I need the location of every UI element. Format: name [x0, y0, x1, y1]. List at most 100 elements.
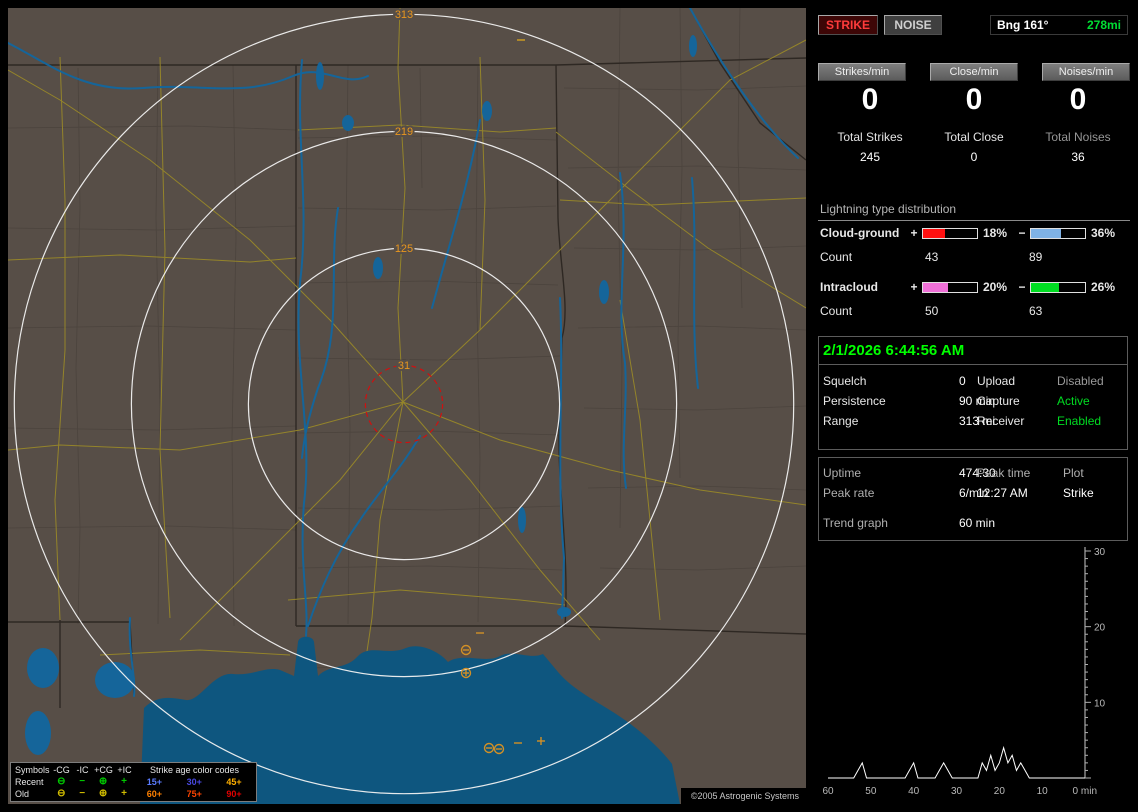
- squelch-label: Squelch: [823, 374, 867, 388]
- close-per-min-value: 0: [965, 83, 983, 116]
- range-ring-label: 219: [395, 126, 413, 138]
- svg-text:30: 30: [951, 786, 963, 797]
- totals-labels-row: Total Strikes Total Close Total Noises: [818, 130, 1130, 144]
- old-ic-pos-icon: +: [121, 788, 127, 799]
- plus-sign: +: [910, 226, 918, 240]
- svg-text:50: 50: [865, 786, 877, 797]
- range-label: Range: [823, 414, 859, 428]
- rate-buttons-row: Strikes/min Close/min Noises/min: [818, 63, 1130, 81]
- plus-sign: +: [910, 280, 918, 294]
- svg-text:20: 20: [1094, 623, 1106, 634]
- map-panel[interactable]: 313 219 125 31 Symbols -CG -IC +CG +IC S…: [8, 8, 806, 804]
- total-close-value: 0: [970, 150, 978, 164]
- legend-age-title: Strike age color codes: [149, 765, 240, 775]
- ic-negative-bar-fill: [1031, 282, 1060, 292]
- strike-legend: Symbols -CG -IC +CG +IC Strike age color…: [10, 762, 257, 802]
- noises-per-min-button[interactable]: Noises/min: [1042, 63, 1130, 81]
- strikes-per-min-button[interactable]: Strikes/min: [818, 63, 906, 81]
- total-strikes-value: 245: [859, 150, 881, 164]
- upload-label: Upload: [977, 374, 1016, 388]
- trend-graph: 30 20 10 60 50 40 30 20 10 0 min: [822, 547, 1106, 797]
- recent-cg-neg-icon: ⊖: [57, 776, 66, 787]
- age-15: 15+: [146, 777, 163, 787]
- legend-old-label: Old: [15, 789, 30, 799]
- svg-text:0 min: 0 min: [1073, 786, 1097, 797]
- noise-mode-button[interactable]: NOISE: [884, 15, 942, 35]
- persistence-label: Persistence: [823, 394, 886, 408]
- trend-graph-label: Trend graph: [823, 516, 888, 530]
- svg-text:40: 40: [908, 786, 920, 797]
- total-close-label: Total Close: [944, 130, 1004, 144]
- bearing-value: Bng 161°: [997, 18, 1049, 32]
- old-cg-neg-icon: ⊖: [57, 788, 66, 799]
- status-box: 2/1/2026 6:44:56 AM Squelch 0 Upload Dis…: [818, 336, 1128, 450]
- distance-value: 278mi: [1086, 18, 1121, 32]
- legend-col-cg-pos: +CG: [94, 765, 113, 775]
- ic-negative-pct: 26%: [1091, 280, 1116, 294]
- receiver-label: Receiver: [977, 414, 1025, 428]
- count-label: Count: [820, 250, 853, 264]
- plot-label: Plot: [1063, 466, 1084, 480]
- recent-ic-neg-icon: −: [79, 776, 86, 787]
- ic-negative-count: 63: [1029, 304, 1043, 318]
- legend-symbols-label: Symbols: [15, 765, 50, 775]
- session-box: Uptime 474:30 Peak time Plot Peak rate 6…: [818, 457, 1128, 541]
- cg-negative-pct: 36%: [1091, 226, 1116, 240]
- peak-time-value: 12:27 AM: [977, 486, 1028, 500]
- cg-positive-bar: [922, 227, 978, 239]
- upload-status: Disabled: [1057, 374, 1104, 388]
- strike-mode-button[interactable]: STRIKE: [818, 15, 878, 35]
- intracloud-row: Intracloud + 20% − 26%: [818, 280, 1130, 294]
- total-noises-label: Total Noises: [1045, 130, 1111, 144]
- legend-old-row: Old ⊖ − ⊕ + 60+ 75+ 90+: [13, 788, 254, 800]
- totals-values-row: 245 0 36: [818, 150, 1130, 164]
- minus-sign: −: [1018, 226, 1026, 240]
- legend-recent-row: Recent ⊖ − ⊕ + 15+ 30+ 45+: [13, 776, 254, 788]
- squelch-value: 0: [959, 374, 966, 388]
- capture-status: Active: [1057, 394, 1090, 408]
- age-75: 75+: [186, 789, 202, 799]
- svg-text:20: 20: [994, 786, 1006, 797]
- uptime-label: Uptime: [823, 466, 862, 480]
- cg-positive-count: 43: [925, 250, 939, 264]
- legend-col-cg-neg: -CG: [53, 765, 70, 775]
- total-noises-value: 36: [1071, 150, 1085, 164]
- range-ring-label: 125: [395, 243, 413, 255]
- strikes-per-min-value: 0: [861, 83, 879, 116]
- age-90: 90+: [226, 789, 242, 799]
- cloud-ground-row: Cloud-ground + 18% − 36%: [818, 226, 1130, 240]
- copyright-notice: ©2005 Astrogenic Systems: [680, 788, 806, 804]
- ic-positive-count: 50: [925, 304, 939, 318]
- cloud-ground-label: Cloud-ground: [820, 226, 900, 240]
- legend-header-row: Symbols -CG -IC +CG +IC Strike age color…: [13, 764, 254, 776]
- cg-positive-bar-fill: [923, 228, 946, 238]
- status-row-range: Range 313 mi Receiver Enabled: [819, 411, 1127, 431]
- range-ring-label: 31: [398, 360, 410, 372]
- datetime-display: 2/1/2026 6:44:56 AM: [819, 337, 1127, 365]
- trend-graph-value: 60 min: [959, 516, 996, 530]
- svg-text:10: 10: [1037, 786, 1049, 797]
- cg-positive-pct: 18%: [983, 226, 1008, 240]
- peak-time-label: Peak time: [977, 466, 1031, 480]
- legend-recent-label: Recent: [15, 777, 44, 787]
- sidebar: STRIKE NOISE Bng 161° 278mi Strikes/min …: [818, 8, 1130, 804]
- count-label: Count: [820, 304, 853, 318]
- age-45: 45+: [226, 777, 242, 787]
- close-per-min-button[interactable]: Close/min: [930, 63, 1018, 81]
- ic-positive-bar: [922, 281, 978, 293]
- distribution-title: Lightning type distribution: [818, 202, 1130, 221]
- total-strikes-label: Total Strikes: [837, 130, 903, 144]
- nexstorm-window: 313 219 125 31 Symbols -CG -IC +CG +IC S…: [0, 0, 1138, 812]
- session-row-3: Trend graph 60 min: [819, 513, 1127, 533]
- legend-col-ic-pos: +IC: [117, 765, 132, 775]
- plot-value: Strike: [1063, 486, 1094, 500]
- ic-negative-bar: [1030, 281, 1086, 293]
- cloud-ground-count-row: Count 43 89: [818, 250, 1130, 264]
- intracloud-count-row: Count 50 63: [818, 304, 1130, 318]
- capture-label: Capture: [977, 394, 1020, 408]
- old-ic-neg-icon: −: [79, 788, 86, 799]
- recent-cg-pos-icon: ⊕: [98, 776, 108, 787]
- ic-positive-bar-fill: [923, 282, 948, 292]
- legend-col-ic-neg: -IC: [76, 765, 89, 775]
- minus-sign: −: [1018, 280, 1026, 294]
